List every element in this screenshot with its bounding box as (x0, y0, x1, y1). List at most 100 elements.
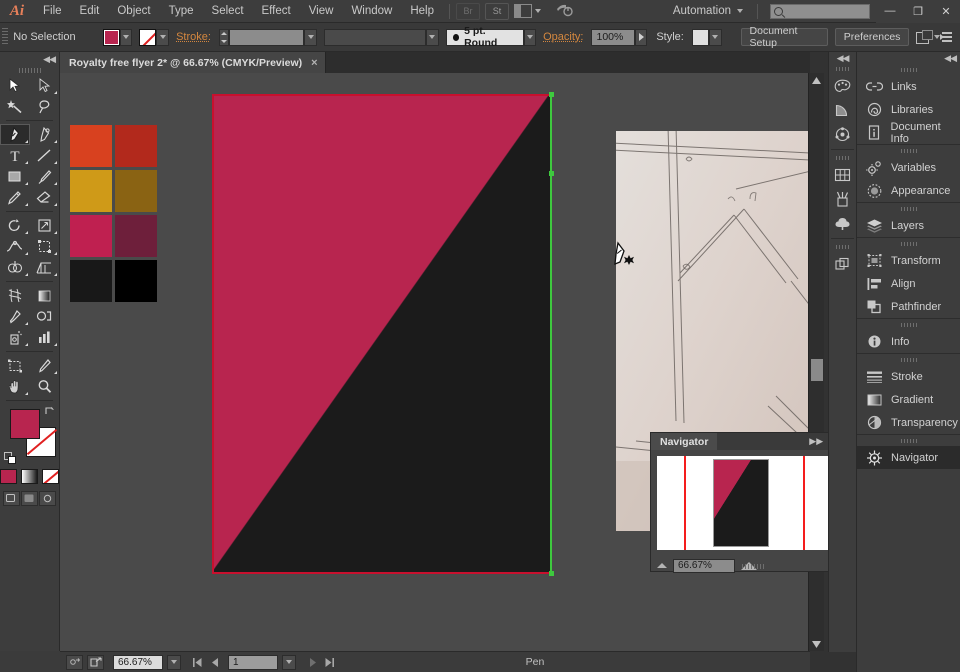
close-button[interactable]: ✕ (932, 0, 960, 23)
stroke-weight-field[interactable] (228, 28, 305, 46)
shape-builder-tool[interactable] (0, 257, 30, 278)
blend-tool[interactable] (30, 306, 60, 327)
selection-tool[interactable] (0, 75, 30, 96)
panel-group-grip-6[interactable] (857, 354, 960, 365)
menu-type[interactable]: Type (160, 0, 203, 23)
document-setup-button[interactable]: Document Setup (740, 25, 828, 49)
panel-variables[interactable]: Variables (857, 156, 960, 179)
expand-panel-icon[interactable]: ▶▶ (809, 436, 823, 447)
swatch-3-0[interactable] (70, 260, 112, 302)
rotate-tool[interactable] (0, 215, 30, 236)
panel-icon-artboards[interactable] (829, 252, 856, 276)
swatch-2-0[interactable] (70, 215, 112, 257)
free-transform-tool[interactable] (30, 236, 60, 257)
swatch-3-1[interactable] (115, 260, 157, 302)
stroke-color-dropdown[interactable] (156, 28, 170, 46)
color-mode-button[interactable] (0, 469, 17, 484)
swatch-0-0[interactable] (70, 125, 112, 167)
tools-panel-grip[interactable] (0, 66, 59, 75)
variable-width-profile-field[interactable] (324, 28, 427, 46)
panel-icon-edit-colors[interactable] (829, 122, 856, 146)
panel-layers[interactable]: Layers (857, 214, 960, 237)
stroke-weight-label[interactable]: Stroke: (176, 31, 211, 43)
artboard[interactable] (212, 94, 552, 574)
paintbrush-tool[interactable] (30, 166, 60, 187)
artboard-number-input[interactable]: 1 (228, 654, 278, 670)
panel-transparency[interactable]: Transparency (857, 411, 960, 434)
panel-document-info[interactable]: Document Info (857, 121, 960, 145)
document-tab[interactable]: Royalty free flyer 2* @ 66.67% (CMYK/Pre… (60, 52, 326, 73)
device-central-button[interactable] (66, 654, 83, 670)
stroke-weight-stepper[interactable] (218, 28, 229, 46)
graphic-style-swatch[interactable] (691, 28, 709, 46)
dock-expand-toggle[interactable]: ◀◀ (857, 52, 960, 64)
swatch-1-0[interactable] (70, 170, 112, 212)
menu-object[interactable]: Object (108, 0, 159, 23)
dock-group-grip-2[interactable] (829, 153, 856, 163)
control-bar-grip[interactable] (2, 28, 9, 46)
none-mode-button[interactable] (42, 469, 59, 484)
variable-width-profile-dropdown[interactable] (426, 28, 439, 46)
scale-tool[interactable] (30, 215, 60, 236)
scroll-down-arrow[interactable] (809, 637, 824, 651)
restore-button[interactable]: ❐ (904, 0, 932, 23)
fill-color-swatch[interactable] (102, 28, 120, 46)
panel-icon-color-guide[interactable] (829, 98, 856, 122)
previous-artboard-button[interactable] (208, 655, 221, 670)
scroll-up-arrow[interactable] (809, 73, 824, 87)
column-graph-tool[interactable] (30, 327, 60, 348)
panel-group-grip-4[interactable] (857, 238, 960, 249)
eraser-tool[interactable] (30, 187, 60, 208)
slice-tool[interactable] (30, 355, 60, 376)
opacity-flyout-button[interactable] (634, 28, 648, 46)
navigator-dock-grip[interactable] (651, 563, 855, 570)
fill-color-box[interactable] (10, 409, 40, 439)
type-tool[interactable]: T (0, 145, 30, 166)
swatch-0-1[interactable] (115, 125, 157, 167)
last-artboard-button[interactable] (323, 655, 336, 670)
swatch-1-1[interactable] (115, 170, 157, 212)
zoom-level-dropdown[interactable] (167, 654, 181, 670)
navigator-tab[interactable]: Navigator (651, 433, 718, 450)
next-artboard-button[interactable] (306, 655, 319, 670)
gradient-mode-button[interactable] (21, 469, 38, 484)
close-icon[interactable]: × (311, 57, 317, 69)
menu-effect[interactable]: Effect (253, 0, 300, 23)
stock-button[interactable]: St (485, 2, 509, 20)
workspace-switcher[interactable]: Automation (665, 5, 751, 17)
panel-icon-color[interactable] (829, 74, 856, 98)
navigator-titlebar[interactable]: Navigator ▶▶ | (651, 433, 855, 450)
fill-color-dropdown[interactable] (119, 28, 133, 46)
first-artboard-button[interactable] (191, 655, 204, 670)
panel-icon-symbols[interactable] (829, 211, 856, 235)
share-on-behance-button[interactable] (87, 654, 104, 670)
direct-selection-tool[interactable] (30, 75, 60, 96)
navigator-panel[interactable]: Navigator ▶▶ | 66.67% (650, 432, 856, 573)
panel-pathfinder[interactable]: Pathfinder (857, 295, 960, 318)
panel-icon-swatches[interactable] (829, 163, 856, 187)
eyedropper-tool[interactable] (0, 306, 30, 327)
menu-select[interactable]: Select (203, 0, 253, 23)
flyer-artwork[interactable] (214, 96, 550, 572)
control-panel-menu-icon[interactable] (939, 31, 952, 43)
line-segment-tool[interactable] (30, 145, 60, 166)
bridge-button[interactable]: Br (456, 2, 480, 20)
menu-view[interactable]: View (300, 0, 343, 23)
swatch-2-1[interactable] (115, 215, 157, 257)
brush-definition-dropdown[interactable] (523, 28, 537, 46)
pen-tool[interactable] (0, 124, 30, 145)
mesh-tool[interactable] (0, 285, 30, 306)
zoom-level-input[interactable]: 66.67% (113, 654, 163, 670)
panel-group-grip-3[interactable] (857, 203, 960, 214)
change-screen-mode-button[interactable] (3, 491, 20, 506)
menu-file[interactable]: File (34, 0, 71, 23)
panel-libraries[interactable]: Libraries (857, 98, 960, 121)
menu-window[interactable]: Window (342, 0, 401, 23)
align-objects-icon[interactable] (916, 30, 934, 44)
panel-links[interactable]: Links (857, 75, 960, 98)
brush-definition-field[interactable]: 5 pt. Round (445, 25, 524, 49)
panel-navigator[interactable]: Navigator (857, 446, 960, 469)
panel-group-grip-7[interactable] (857, 435, 960, 446)
sync-settings-button[interactable] (555, 2, 573, 21)
lasso-tool[interactable] (30, 96, 60, 117)
